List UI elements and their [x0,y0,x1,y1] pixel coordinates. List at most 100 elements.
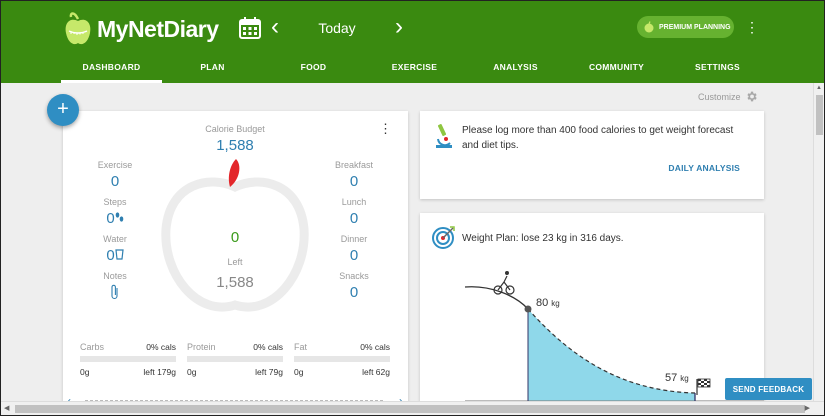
svg-text:80kg: 80 kg [536,297,560,309]
start-weight-unit: kg [551,299,559,308]
horizontal-scroll-thumb[interactable] [15,405,805,413]
app-name: MyNetDiary [97,15,219,42]
premium-planning-button[interactable]: PREMIUM PLANNING [637,16,734,38]
weight-curve-area [528,309,695,401]
macro-left: left 79g [255,367,283,377]
water-value: 0 [106,247,115,264]
scroll-up-arrow-icon[interactable]: ▲ [816,85,822,91]
snacks-value: 0 [349,284,359,301]
calorie-budget-label: Calorie Budget [205,124,265,134]
macro-eaten: 0g [294,367,304,377]
start-weight-value: 80 [536,297,548,309]
lunch-value: 0 [349,210,359,227]
steps-stat[interactable]: Steps 0 [85,197,145,227]
vertical-scroll-thumb[interactable] [816,95,823,135]
card-menu-icon[interactable]: ⋮ [379,122,392,135]
diet-tip-card: Please log more than 400 food calories t… [420,111,764,199]
scroll-left-arrow-icon[interactable]: ◀ [4,404,9,412]
previous-day-button[interactable]: ‹ [271,15,279,39]
breakfast-label: Breakfast [334,160,374,170]
calorie-summary-card: ⋮ Calorie Budget 1,588 Exercise 0 Steps … [63,111,408,411]
calendar-icon[interactable] [239,17,261,39]
exercise-label: Exercise [97,160,133,170]
dinner-label: Dinner [340,234,368,244]
exercise-value: 0 [110,173,120,190]
macro-pct: 0% cals [360,342,390,352]
dinner-value: 0 [349,247,359,264]
calories-left-value: 1,588 [216,274,254,291]
app-window: MyNetDiary ‹ Today › PREMIUM PLANNING ⋮ … [0,0,825,416]
calories-left-label: Left [227,257,243,267]
customize-button[interactable]: Customize [698,90,758,103]
calories-consumed: 0 [230,229,240,246]
tab-community[interactable]: COMMUNITY [566,57,667,83]
dinner-stat[interactable]: Dinner 0 [324,234,384,264]
apple-logo-icon [65,12,91,45]
more-options-icon[interactable]: ⋮ [745,20,759,34]
start-weight-point [524,305,532,313]
calorie-budget-value[interactable]: 1,588 [203,137,267,154]
macro-left: left 179g [143,367,176,377]
macro-bar [187,356,283,362]
macro-fat[interactable]: Fat 0% cals 0g left 62g [294,342,390,377]
tab-plan[interactable]: PLAN [162,57,263,83]
send-feedback-button[interactable]: SEND FEEDBACK [725,378,812,400]
tab-exercise[interactable]: EXERCISE [364,57,465,83]
macro-pct: 0% cals [146,342,176,352]
water-value-row: 0 [85,247,145,264]
steps-label: Steps [103,197,127,207]
lunch-stat[interactable]: Lunch 0 [324,197,384,227]
macro-protein[interactable]: Protein 0% cals 0g left 79g [187,342,283,377]
current-date: Today [318,20,356,36]
weight-history-curve [464,286,529,310]
snacks-label: Snacks [339,271,369,281]
steps-value: 0 [106,210,115,227]
notes-stat[interactable]: Notes [85,271,145,304]
paperclip-icon [111,284,118,300]
macro-name: Protein [187,342,216,352]
vertical-scrollbar[interactable]: ▲ [813,83,824,401]
glass-icon [115,249,124,260]
weight-plan-chart: 80 kg 57 kg [464,271,764,411]
macro-name: Fat [294,342,308,352]
tab-analysis[interactable]: ANALYSIS [465,57,566,83]
macro-left: left 62g [362,367,390,377]
microscope-icon [436,124,452,148]
customize-label: Customize [698,91,741,102]
tab-food[interactable]: FOOD [263,57,364,83]
macro-eaten: 0g [187,367,197,377]
notes-label: Notes [103,271,127,281]
breakfast-value: 0 [349,173,359,190]
notes-value-row [85,284,145,304]
macro-name: Carbs [80,342,105,352]
gear-icon [746,91,757,102]
macro-bar [80,356,176,362]
macro-bar [294,356,390,362]
add-entry-button[interactable]: + [47,94,79,126]
steps-value-row: 0 [85,210,145,227]
top-bar: MyNetDiary ‹ Today › PREMIUM PLANNING ⋮ … [1,1,824,83]
exercise-stat[interactable]: Exercise 0 [85,160,145,190]
goal-weight-value: 57 [665,372,677,384]
horizontal-scrollbar[interactable]: ◀ ▶ [1,401,824,415]
weight-plan-card: Weight Plan: lose 23 kg in 316 days. 80 … [420,213,764,411]
logo[interactable]: MyNetDiary [63,11,219,47]
premium-label: PREMIUM PLANNING [659,23,731,31]
apple-premium-icon [644,21,654,33]
next-day-button[interactable]: › [395,15,403,39]
weight-plan-title: Weight Plan: lose 23 kg in 316 days. [462,233,624,244]
svg-text:57kg: 57 kg [665,372,689,384]
tab-settings[interactable]: SETTINGS [667,57,768,83]
tab-dashboard[interactable]: DASHBOARD [61,57,162,83]
goal-weight-unit: kg [680,374,688,383]
breakfast-stat[interactable]: Breakfast 0 [324,160,384,190]
macro-carbs[interactable]: Carbs 0% cals 0g left 179g [80,342,176,377]
tip-message: Please log more than 400 food calories t… [462,125,734,151]
scroll-right-arrow-icon[interactable]: ▶ [805,404,810,412]
main-nav-tabs: DASHBOARD PLAN FOOD EXERCISE ANALYSIS CO… [61,57,768,83]
snacks-stat[interactable]: Snacks 0 [324,271,384,301]
daily-analysis-link[interactable]: DAILY ANALYSIS [668,163,740,173]
footprints-icon [115,212,123,222]
water-label: Water [103,234,127,244]
water-stat[interactable]: Water 0 [85,234,145,264]
